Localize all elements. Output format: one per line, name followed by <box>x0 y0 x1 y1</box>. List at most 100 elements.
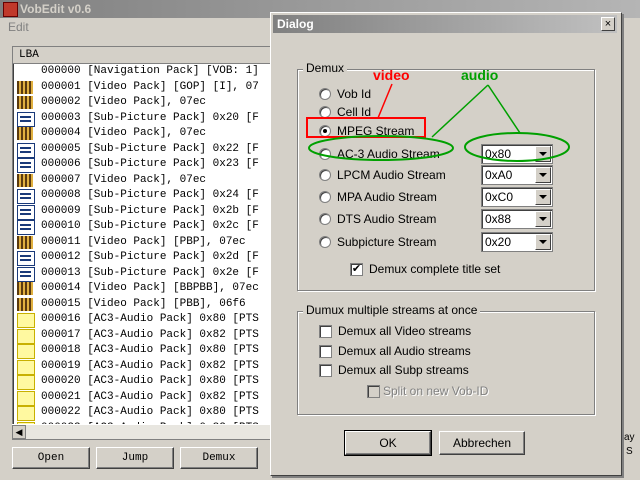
list-item[interactable]: 000005 [Sub-Picture Pack] 0x22 [F <box>13 142 278 158</box>
audio-pack-icon <box>17 313 35 328</box>
list-item-text: 000008 [Sub-Picture Pack] 0x24 [F <box>41 189 259 201</box>
chevron-down-icon[interactable] <box>535 167 551 183</box>
dialog-title: Dialog <box>277 17 314 31</box>
list-item[interactable]: 000011 [Video Pack] [PBP], 07ec <box>13 235 278 251</box>
scroll-left-icon[interactable]: ◀ <box>12 425 26 439</box>
list-item[interactable]: 000021 [AC3-Audio Pack] 0x82 [PTS <box>13 390 278 406</box>
sub-pack-icon <box>17 204 35 220</box>
audio-pack-icon <box>17 344 35 359</box>
split-vob-id-label: Split on new Vob-ID <box>383 384 489 398</box>
list-item[interactable]: 000019 [AC3-Audio Pack] 0x82 [PTS <box>13 359 278 375</box>
stream-id-select[interactable]: 0xA0 <box>481 165 553 185</box>
partial-label: ay <box>624 432 635 443</box>
close-icon[interactable]: × <box>601 17 615 31</box>
video-pack-icon <box>17 127 33 140</box>
audio-pack-icon <box>17 406 35 421</box>
list-item[interactable]: 000022 [AC3-Audio Pack] 0x80 [PTS <box>13 405 278 421</box>
radio-mpa-audio-stream[interactable] <box>319 191 331 203</box>
list-item[interactable]: 000014 [Video Pack] [BBPBB], 07ec <box>13 281 278 297</box>
radio-dts-audio-stream[interactable] <box>319 213 331 225</box>
stream-id-value: 0x80 <box>485 147 512 161</box>
video-pack-icon <box>17 96 33 109</box>
stream-id-value: 0x88 <box>485 212 512 226</box>
radio-label: MPEG Stream <box>337 124 415 138</box>
chevron-down-icon[interactable] <box>535 211 551 227</box>
stream-id-select[interactable]: 0x20 <box>481 232 553 252</box>
column-header-lba[interactable]: LBA <box>13 47 278 64</box>
complete-title-set-checkbox[interactable]: ✔ <box>350 263 363 276</box>
audio-annotation-label: audio <box>461 67 499 83</box>
list-item-text: 000012 [Sub-Picture Pack] 0x2d [F <box>41 251 259 263</box>
list-item[interactable]: 000020 [AC3-Audio Pack] 0x80 [PTS <box>13 374 278 390</box>
list-item-text: 000005 [Sub-Picture Pack] 0x22 [F <box>41 142 259 155</box>
partial-label-2: S <box>626 446 633 457</box>
chevron-down-icon[interactable] <box>535 189 551 205</box>
list-item[interactable]: 000002 [Video Pack], 07ec <box>13 95 278 111</box>
list-item[interactable]: 000003 [Sub-Picture Pack] 0x20 [F <box>13 111 278 127</box>
list-item[interactable]: 000010 [Sub-Picture Pack] 0x2c [F <box>13 219 278 235</box>
dialog-title-bar: Dialog × <box>273 15 617 33</box>
sub-pack-icon <box>17 251 35 266</box>
list-item[interactable]: 000000 [Navigation Pack] [VOB: 1] <box>13 64 278 80</box>
radio-mpeg-stream[interactable] <box>319 125 331 137</box>
list-item[interactable]: 000009 [Sub-Picture Pack] 0x2b [F <box>13 204 278 220</box>
cancel-button[interactable]: Abbrechen <box>439 431 525 455</box>
audio-pack-icon <box>17 390 35 406</box>
horizontal-scrollbar[interactable]: ◀ <box>12 424 277 439</box>
stream-id-select[interactable]: 0x88 <box>481 209 553 229</box>
list-item-text: 000021 [AC3-Audio Pack] 0x82 [PTS <box>41 390 259 403</box>
stream-id-value: 0x20 <box>485 235 512 249</box>
radio-label: AC-3 Audio Stream <box>337 147 440 161</box>
radio-vob-id[interactable] <box>319 88 331 100</box>
menu-edit[interactable]: Edit <box>8 20 29 34</box>
list-item[interactable]: 000013 [Sub-Picture Pack] 0x2e [F <box>13 266 278 282</box>
stream-id-select[interactable]: 0xC0 <box>481 187 553 207</box>
list-item[interactable]: 000015 [Video Pack] [PBB], 06f6 <box>13 297 278 313</box>
demux-all-subp-checkbox[interactable] <box>319 364 332 377</box>
list-item-text: 000018 [AC3-Audio Pack] 0x80 [PTS <box>41 344 259 356</box>
demux-all-video-checkbox[interactable] <box>319 325 332 338</box>
video-pack-icon <box>17 297 33 311</box>
list-item-text: 000020 [AC3-Audio Pack] 0x80 [PTS <box>41 375 259 387</box>
stream-id-select[interactable]: 0x80 <box>481 144 553 164</box>
list-item[interactable]: 000001 [Video Pack] [GOP] [I], 07 <box>13 80 278 96</box>
radio-subpicture-stream[interactable] <box>319 236 331 248</box>
list-item[interactable]: 000018 [AC3-Audio Pack] 0x80 [PTS <box>13 343 278 359</box>
audio-pack-icon <box>17 328 35 344</box>
demux-all-subp-label: Demux all Subp streams <box>338 363 469 377</box>
list-item[interactable]: 000007 [Video Pack], 07ec <box>13 173 278 189</box>
list-item[interactable]: 000004 [Video Pack], 07ec <box>13 126 278 142</box>
demux-group-label: Demux <box>303 61 348 75</box>
sub-pack-icon <box>17 142 35 158</box>
stream-id-value: 0xC0 <box>485 190 514 204</box>
radio-label: DTS Audio Stream <box>337 212 437 226</box>
list-item-text: 000015 [Video Pack] [PBB], 06f6 <box>41 297 246 310</box>
list-item-text: 000000 [Navigation Pack] [VOB: 1] <box>41 65 259 77</box>
demux-button[interactable]: Demux <box>180 447 258 469</box>
radio-cell-id[interactable] <box>319 106 331 118</box>
list-item[interactable]: 000016 [AC3-Audio Pack] 0x80 [PTS <box>13 312 278 328</box>
list-item-text: 000014 [Video Pack] [BBPBB], 07ec <box>41 282 259 294</box>
list-item[interactable]: 000008 [Sub-Picture Pack] 0x24 [F <box>13 188 278 204</box>
packet-list[interactable]: LBA 000000 [Navigation Pack] [VOB: 1] 000… <box>12 46 279 440</box>
list-item[interactable]: 000006 [Sub-Picture Pack] 0x23 [F <box>13 157 278 173</box>
window-title: VobEdit v0.6 <box>20 2 92 16</box>
list-item[interactable]: 000012 [Sub-Picture Pack] 0x2d [F <box>13 250 278 266</box>
radio-ac-3-audio-stream[interactable] <box>319 148 331 160</box>
radio-lpcm-audio-stream[interactable] <box>319 169 331 181</box>
radio-label: Subpicture Stream <box>337 235 437 249</box>
video-pack-icon <box>17 80 33 94</box>
ok-button[interactable]: OK <box>344 430 432 456</box>
list-item-text: 000007 [Video Pack], 07ec <box>41 173 207 186</box>
jump-button[interactable]: Jump <box>96 447 174 469</box>
chevron-down-icon[interactable] <box>535 234 551 250</box>
split-vob-id-checkbox[interactable] <box>367 385 380 398</box>
radio-label: Vob Id <box>337 87 372 101</box>
multi-streams-group-label: Dumux multiple streams at once <box>303 303 481 317</box>
list-item[interactable]: 000017 [AC3-Audio Pack] 0x82 [PTS <box>13 328 278 344</box>
list-item-text: 000001 [Video Pack] [GOP] [I], 07 <box>41 80 259 93</box>
demux-all-audio-checkbox[interactable] <box>319 345 332 358</box>
open-button[interactable]: Open <box>12 447 90 469</box>
chevron-down-icon[interactable] <box>535 146 551 162</box>
list-item-text: 000002 [Video Pack], 07ec <box>41 96 207 108</box>
